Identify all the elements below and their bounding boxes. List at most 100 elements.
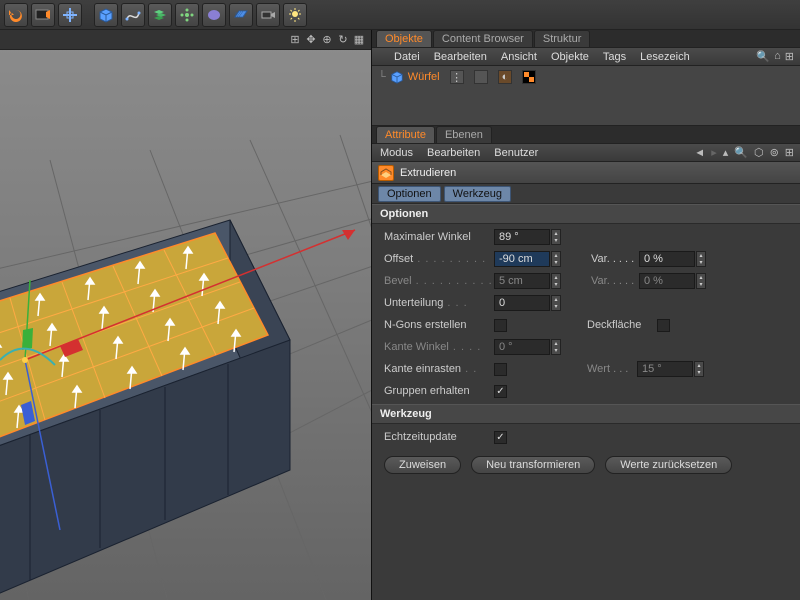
- vp-zoom-icon[interactable]: ⊕: [321, 34, 333, 46]
- spinner-bevel-var: ▴▾: [696, 273, 706, 289]
- spinner-bevel: ▴▾: [551, 273, 561, 289]
- camera-icon[interactable]: [256, 3, 280, 27]
- button-neu-transformieren[interactable]: Neu transformieren: [471, 456, 595, 474]
- vp-grid-icon[interactable]: ⊞: [289, 34, 301, 46]
- main-toolbar: [0, 0, 800, 30]
- input-wert: 15 °: [637, 361, 693, 377]
- input-bevel-var: 0 %: [639, 273, 695, 289]
- label-kante-einrasten: Kante einrasten . .: [384, 363, 494, 375]
- menu-ansicht[interactable]: Ansicht: [501, 51, 537, 63]
- section-werkzeug: Werkzeug: [372, 404, 800, 424]
- label-deckflaeche: Deckfläche: [587, 319, 657, 331]
- objects-tabs: Objekte Content Browser Struktur: [372, 30, 800, 48]
- cube-prim-icon[interactable]: [94, 3, 118, 27]
- target-icon[interactable]: ⊚: [770, 146, 779, 159]
- input-bevel: 5 cm: [494, 273, 550, 289]
- tool-name: Extrudieren: [400, 167, 456, 179]
- label-ngons: N-Gons erstellen: [384, 319, 494, 331]
- label-gruppen: Gruppen erhalten: [384, 385, 494, 397]
- input-offset-var[interactable]: 0 %: [639, 251, 695, 267]
- label-offset: Offset . . . . . . . . .: [384, 253, 494, 265]
- check-gruppen[interactable]: ✓: [494, 385, 507, 398]
- subtab-werkzeug[interactable]: Werkzeug: [444, 186, 511, 202]
- input-max-winkel[interactable]: 89 °: [494, 229, 550, 245]
- tab-content-browser[interactable]: Content Browser: [433, 30, 533, 47]
- spinner-max-winkel[interactable]: ▴▾: [551, 229, 561, 245]
- menu-datei[interactable]: Datei: [394, 51, 420, 63]
- phong-tag-icon[interactable]: ◐: [498, 70, 512, 84]
- tab-attribute[interactable]: Attribute: [376, 126, 435, 143]
- undo-icon[interactable]: [4, 3, 28, 27]
- input-unterteilung[interactable]: 0: [494, 295, 550, 311]
- vp-move-icon[interactable]: ✥: [305, 34, 317, 46]
- label-wert: Wert . . .: [587, 363, 637, 375]
- check-kante-einrasten[interactable]: [494, 363, 507, 376]
- vp-layout-icon[interactable]: ▦: [353, 34, 365, 46]
- tree-item-label: Würfel: [408, 71, 440, 83]
- button-zuweisen[interactable]: Zuweisen: [384, 456, 461, 474]
- tab-objekte[interactable]: Objekte: [376, 30, 432, 47]
- attributes-menubar: Modus Bearbeiten Benutzer ◄ ▸ ▴ 🔍 ⬡ ⊚ ⊞: [372, 144, 800, 162]
- menu-tags[interactable]: Tags: [603, 51, 626, 63]
- lock-icon[interactable]: ⬡: [754, 146, 764, 159]
- tab-ebenen[interactable]: Ebenen: [436, 126, 492, 143]
- check-echtzeit[interactable]: ✓: [494, 431, 507, 444]
- spinner-wert: ▴▾: [694, 361, 704, 377]
- metaball-icon[interactable]: [202, 3, 226, 27]
- spinner-kante-winkel: ▴▾: [551, 339, 561, 355]
- label-echtzeit: Echtzeitupdate: [384, 431, 494, 443]
- check-ngons[interactable]: [494, 319, 507, 332]
- label-max-winkel: Maximaler Winkel: [384, 231, 494, 243]
- spinner-offset[interactable]: ▴▾: [551, 251, 561, 267]
- search-icon[interactable]: 🔍: [756, 50, 770, 63]
- cross-icon[interactable]: [58, 3, 82, 27]
- label-bevel: Bevel . . . . . . . . . .: [384, 275, 494, 287]
- layer-slot[interactable]: [474, 70, 488, 84]
- subtab-optionen[interactable]: Optionen: [378, 186, 441, 202]
- tab-struktur[interactable]: Struktur: [534, 30, 591, 47]
- extrude-icon: [378, 165, 394, 181]
- nav-fwd-icon[interactable]: ▸: [711, 146, 717, 159]
- input-offset[interactable]: -90 cm: [494, 251, 550, 267]
- button-werte-zuruecksetzen[interactable]: Werte zurücksetzen: [605, 456, 732, 474]
- cloner-icon[interactable]: [175, 3, 199, 27]
- menu-lesezeichen[interactable]: Lesezeich: [640, 51, 690, 63]
- plane-icon[interactable]: [229, 3, 253, 27]
- cube-icon: [390, 70, 404, 84]
- label-offset-var: Var. . . . .: [591, 253, 639, 265]
- nav-up-icon[interactable]: ▴: [723, 146, 729, 159]
- visibility-slot[interactable]: ⋮: [450, 70, 464, 84]
- input-kante-winkel: 0 °: [494, 339, 550, 355]
- spinner-offset-var[interactable]: ▴▾: [696, 251, 706, 267]
- 3d-viewport[interactable]: ⊞ ✥ ⊕ ↻ ▦: [0, 30, 372, 600]
- home-icon[interactable]: ⌂: [774, 50, 781, 63]
- array-icon[interactable]: [148, 3, 172, 27]
- tree-branch-icon: └: [378, 71, 386, 83]
- viewport-header: ⊞ ✥ ⊕ ↻ ▦: [0, 30, 371, 50]
- check-deckflaeche[interactable]: [657, 319, 670, 332]
- nav-back-icon[interactable]: ◄: [694, 147, 705, 159]
- objects-menubar: Datei Bearbeiten Ansicht Objekte Tags Le…: [372, 48, 800, 66]
- object-tree[interactable]: └ Würfel ⋮ ◐: [372, 66, 800, 126]
- expand-icon2[interactable]: ⊞: [785, 146, 794, 159]
- expand-icon[interactable]: ⊞: [785, 50, 794, 63]
- menu-bearbeiten[interactable]: Bearbeiten: [434, 51, 487, 63]
- label-bevel-var: Var. . . . .: [591, 275, 639, 287]
- attribute-subtabs: Optionen Werkzeug: [372, 184, 800, 204]
- tree-item-wuerfel[interactable]: └ Würfel ⋮ ◐: [378, 70, 794, 84]
- menu-bearbeiten2[interactable]: Bearbeiten: [427, 147, 480, 159]
- vp-rotate-icon[interactable]: ↻: [337, 34, 349, 46]
- light-icon[interactable]: [283, 3, 307, 27]
- menu-benutzer[interactable]: Benutzer: [494, 147, 538, 159]
- menu-modus[interactable]: Modus: [380, 147, 413, 159]
- viewport-scene: [0, 50, 372, 600]
- spinner-unterteilung[interactable]: ▴▾: [551, 295, 561, 311]
- search-icon2[interactable]: 🔍: [734, 146, 748, 159]
- render-icon[interactable]: [31, 3, 55, 27]
- uvw-tag-icon[interactable]: [522, 70, 536, 84]
- attributes-tabs: Attribute Ebenen: [372, 126, 800, 144]
- label-unterteilung: Unterteilung . . .: [384, 297, 494, 309]
- menu-objekte[interactable]: Objekte: [551, 51, 589, 63]
- label-kante-winkel: Kante Winkel . . . .: [384, 341, 494, 353]
- spline-icon[interactable]: [121, 3, 145, 27]
